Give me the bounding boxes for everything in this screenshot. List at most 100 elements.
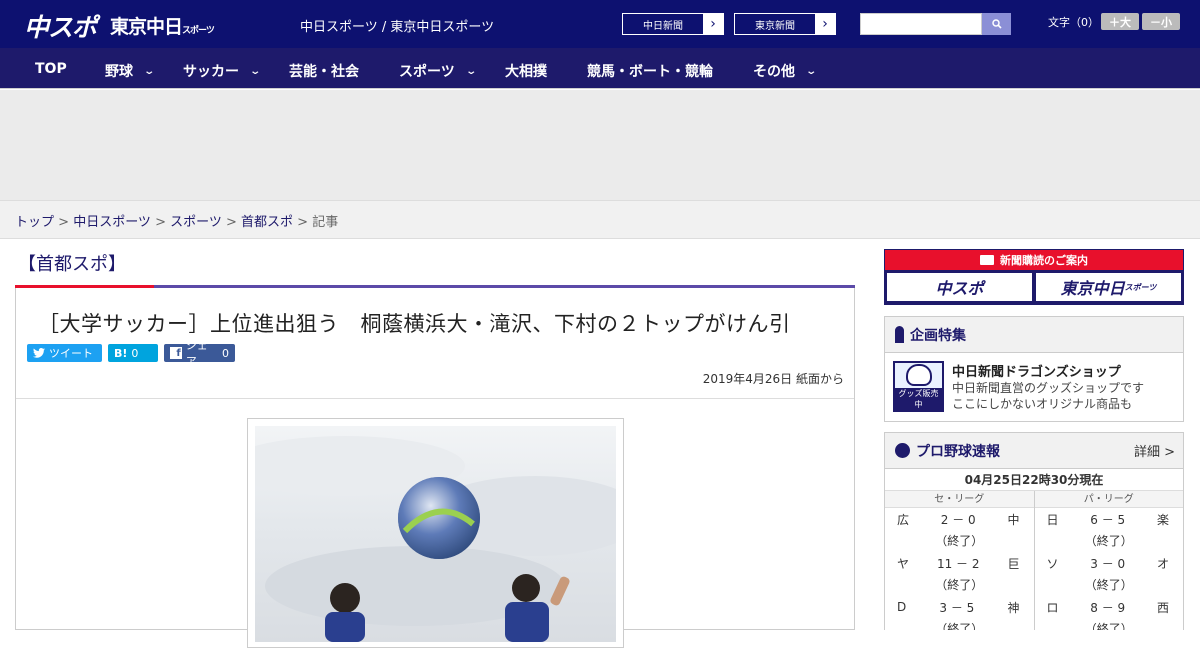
- central-league-name: セ・リーグ: [885, 491, 1034, 508]
- home-team: 日: [1046, 512, 1059, 527]
- article-headline: ［大学サッカー］上位進出狙う 桐蔭横浜大・滝沢、下村の２トップがけん引: [38, 312, 791, 336]
- hatena-bookmark-button[interactable]: B! 0: [108, 344, 158, 362]
- game-status: （終了）: [1084, 534, 1133, 548]
- nav-entertainment[interactable]: 芸能・社会: [289, 61, 359, 81]
- away-team: 巨: [1007, 556, 1020, 571]
- breadcrumb-current: 記事: [312, 215, 339, 230]
- game-status: （終了）: [935, 622, 984, 630]
- facebook-icon: f: [170, 347, 182, 359]
- nav-soccer[interactable]: サッカー ⌄: [183, 61, 261, 81]
- chuspo-logo[interactable]: 中スポ: [24, 8, 97, 44]
- chevron-right-icon: ›: [822, 16, 828, 32]
- breadcrumb: トップ > 中日スポーツ > スポーツ > 首都スポ > 記事: [0, 200, 1200, 239]
- nav-top-label: TOP: [35, 61, 67, 77]
- baseball-icon: [895, 443, 910, 458]
- nav-racing-label: 競馬・ボート・競輪: [587, 64, 713, 80]
- nav-sumo[interactable]: 大相撲: [505, 61, 547, 81]
- breadcrumb-sports[interactable]: スポーツ: [170, 215, 222, 230]
- facebook-share-label: シェア: [185, 339, 208, 368]
- search-input[interactable]: [860, 13, 982, 35]
- subscribe-tokyo-chunichi-small: スポーツ: [1124, 282, 1157, 292]
- pacific-league: パ・リーグ 日6 － 5楽 （終了） ソ3 － 0オ （終了） ロ8 － 9西 …: [1033, 491, 1184, 630]
- subscription-buttons: 中スポ 東京中日 スポーツ: [885, 270, 1183, 304]
- home-team: 広: [897, 512, 910, 527]
- nav-sports[interactable]: スポーツ ⌄: [399, 61, 477, 81]
- chevron-down-icon: ⌄: [465, 65, 477, 77]
- chevron-right-icon: ›: [710, 16, 716, 32]
- subscribe-tokyo-chunichi-button[interactable]: 東京中日 スポーツ: [1036, 273, 1181, 301]
- subscribe-tokyo-chunichi-label: 東京中日: [1060, 279, 1125, 298]
- home-team: ロ: [1046, 600, 1059, 615]
- game-row[interactable]: 広 2 － 0 中: [885, 508, 1034, 530]
- breadcrumb-chunichi-sports[interactable]: 中日スポーツ: [73, 215, 151, 230]
- section-title: 【首都スポ】: [18, 254, 126, 275]
- search-button[interactable]: [982, 13, 1011, 35]
- nav-top[interactable]: TOP: [35, 61, 67, 77]
- font-size-label: 文字（0）: [1048, 16, 1099, 29]
- hatena-icon: B!: [114, 346, 128, 360]
- subscription-banner[interactable]: 新聞購読のご案内 中スポ 東京中日 スポーツ: [884, 249, 1184, 305]
- chevron-down-icon: ⌄: [143, 65, 156, 77]
- soccer-photo-illustration: [255, 436, 616, 642]
- game-row[interactable]: 日 6 － 5 楽: [1035, 508, 1184, 530]
- game-score: 3 － 0: [1090, 556, 1126, 571]
- game-row[interactable]: ロ 8 － 9 西: [1035, 596, 1184, 618]
- away-team: 西: [1156, 600, 1169, 615]
- score-timestamp: 04月25日22時30分現在: [885, 469, 1183, 491]
- article-photo[interactable]: [255, 426, 616, 642]
- nav-sumo-label: 大相撲: [505, 64, 547, 80]
- subscription-title: 新聞購読のご案内: [1000, 254, 1088, 267]
- chunichi-shimbun-label: 中日新聞: [623, 14, 703, 34]
- twitter-icon: [33, 348, 45, 358]
- nav-racing[interactable]: 競馬・ボート・競輪: [587, 61, 713, 81]
- facebook-share-button[interactable]: f シェア 0: [164, 339, 235, 368]
- article-date: 2019年4月26日 紙面から: [702, 372, 844, 386]
- game-status: （終了）: [935, 578, 984, 592]
- dragons-shop-item[interactable]: グッズ販売中 中日新聞ドラゴンズショップ 中日新聞直営のグッズショップです ここ…: [885, 353, 1183, 420]
- away-team: 中: [1007, 512, 1020, 527]
- breadcrumb-sep: >: [221, 215, 242, 230]
- tokyo-shimbun-link[interactable]: 東京新聞 ›: [734, 13, 836, 35]
- site-search: [860, 13, 1011, 35]
- game-row[interactable]: D 3 － 5 神: [885, 596, 1034, 618]
- breadcrumb-top[interactable]: トップ: [15, 215, 54, 230]
- game-row[interactable]: ソ 3 － 0 オ: [1035, 552, 1184, 574]
- home-team: ソ: [1046, 556, 1059, 571]
- chevron-down-icon: ⌄: [805, 65, 818, 77]
- breadcrumb-shuto-spo[interactable]: 首都スポ: [241, 215, 293, 230]
- game-score: 3 － 5: [939, 600, 975, 615]
- baseball-detail-link[interactable]: 詳細 >: [1134, 441, 1175, 460]
- nav-other[interactable]: その他 ⌄: [753, 61, 818, 81]
- home-team: D: [897, 600, 907, 614]
- search-icon: [991, 19, 1002, 29]
- dragons-shop-title[interactable]: 中日新聞ドラゴンズショップ: [952, 361, 1144, 380]
- tweet-button[interactable]: ツイート: [27, 344, 102, 362]
- ribbon-icon: [895, 326, 904, 343]
- game-row[interactable]: ヤ 11 － 2 巨: [885, 552, 1034, 574]
- chunichi-shimbun-link[interactable]: 中日新聞 ›: [622, 13, 724, 35]
- subscription-header: 新聞購読のご案内: [885, 250, 1183, 270]
- hatena-count: 0: [131, 346, 139, 360]
- game-score: 2 － 0: [940, 512, 976, 527]
- nav-entertainment-label: 芸能・社会: [289, 64, 359, 80]
- nav-baseball[interactable]: 野球 ⌄: [105, 61, 156, 81]
- tokyo-chunichi-logo[interactable]: 東京中日スポーツ: [110, 12, 215, 39]
- font-larger-button[interactable]: ＋大: [1101, 13, 1139, 30]
- league-scores: セ・リーグ 広 2 － 0 中 （終了） ヤ 11 － 2 巨 （終了） D 3 － 5 神…: [885, 491, 1183, 630]
- nav-soccer-label: サッカー: [183, 64, 239, 80]
- baseball-scores-heading: プロ野球速報: [895, 441, 1000, 461]
- special-feature-header: 企画特集: [885, 317, 1183, 353]
- nav-sports-label: スポーツ: [399, 64, 455, 80]
- baseball-scores-box: プロ野球速報 詳細 > 04月25日22時30分現在 セ・リーグ 広 2 － 0 中…: [884, 432, 1184, 630]
- ad-banner-area: [0, 90, 1200, 200]
- away-team: 神: [1007, 600, 1020, 615]
- special-feature-title: 企画特集: [910, 327, 966, 344]
- dragons-shop-desc-2: ここにしかないオリジナル商品も: [952, 397, 1133, 411]
- baseball-scores-title: プロ野球速報: [916, 443, 1000, 460]
- font-smaller-button[interactable]: －小: [1142, 13, 1180, 30]
- site-name: 中日スポーツ / 東京中日スポーツ: [300, 20, 495, 35]
- game-status: （終了）: [1084, 578, 1133, 592]
- subscribe-chuspo-button[interactable]: 中スポ: [887, 273, 1032, 301]
- dragons-shop-text: 中日新聞ドラゴンズショップ 中日新聞直営のグッズショップです ここにしかないオリ…: [952, 361, 1144, 412]
- tokyo-shimbun-label: 東京新聞: [735, 14, 815, 34]
